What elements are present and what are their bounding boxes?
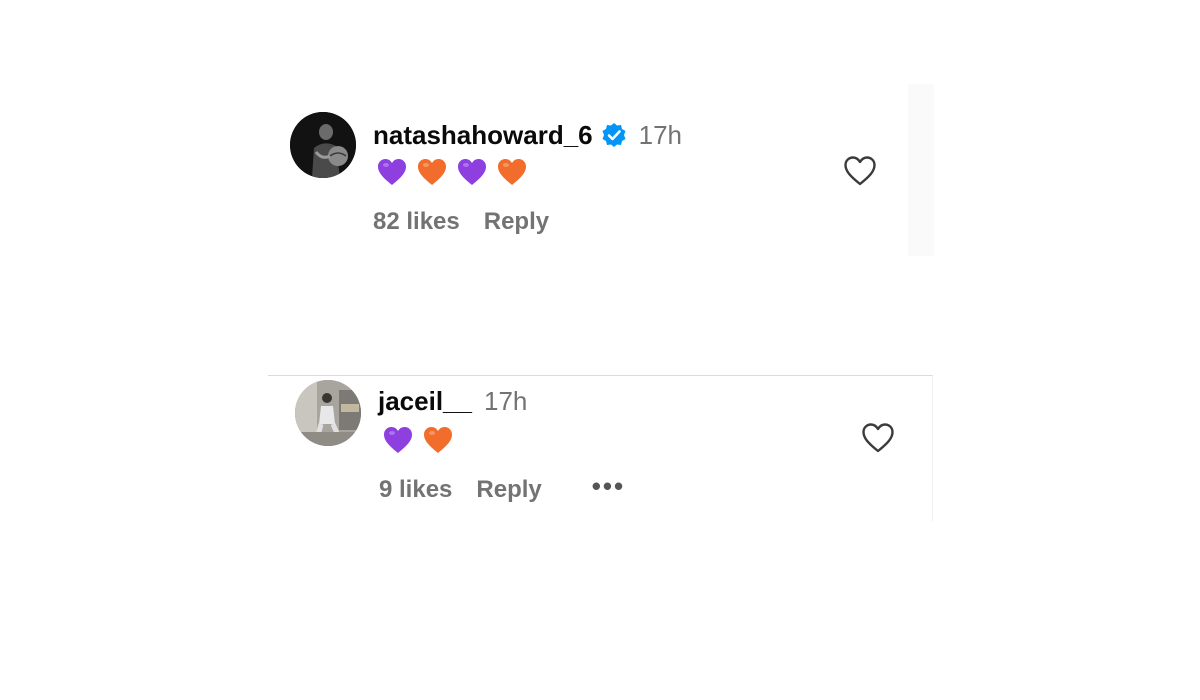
- comment-item: natashahoward_6 17h 82 likes Reply: [290, 112, 890, 242]
- purple-heart-icon: [384, 427, 412, 453]
- purple-heart-icon: [378, 159, 406, 185]
- scroll-track: [908, 84, 934, 256]
- comment-header: jaceil__ 17h: [378, 384, 527, 418]
- likes-count[interactable]: 9 likes: [379, 476, 452, 504]
- comment-actions: 82 likes Reply: [373, 208, 549, 236]
- likes-count[interactable]: 82 likes: [373, 208, 460, 236]
- comment-text: [377, 158, 527, 186]
- reply-button[interactable]: Reply: [476, 476, 541, 504]
- heart-outline-icon[interactable]: [861, 422, 895, 454]
- orange-heart-icon: [424, 427, 452, 453]
- comment-text: [383, 426, 453, 454]
- verified-badge-icon: [601, 122, 627, 148]
- comment-item: jaceil__ 17h 9 likes Reply •••: [295, 380, 905, 510]
- username[interactable]: jaceil__: [378, 386, 472, 417]
- timestamp[interactable]: 17h: [484, 386, 527, 417]
- more-options-icon[interactable]: •••: [592, 473, 625, 499]
- reply-button[interactable]: Reply: [484, 208, 549, 236]
- heart-outline-icon[interactable]: [843, 155, 877, 187]
- comment-header: natashahoward_6 17h: [373, 118, 682, 152]
- comment-actions: 9 likes Reply •••: [379, 473, 625, 504]
- avatar[interactable]: [295, 380, 361, 446]
- orange-heart-icon: [418, 159, 446, 185]
- timestamp[interactable]: 17h: [639, 120, 682, 151]
- comments-panel: natashahoward_6 17h 82 likes Reply jacei…: [0, 0, 1200, 700]
- avatar[interactable]: [290, 112, 356, 178]
- orange-heart-icon: [498, 159, 526, 185]
- purple-heart-icon: [458, 159, 486, 185]
- username[interactable]: natashahoward_6: [373, 120, 593, 151]
